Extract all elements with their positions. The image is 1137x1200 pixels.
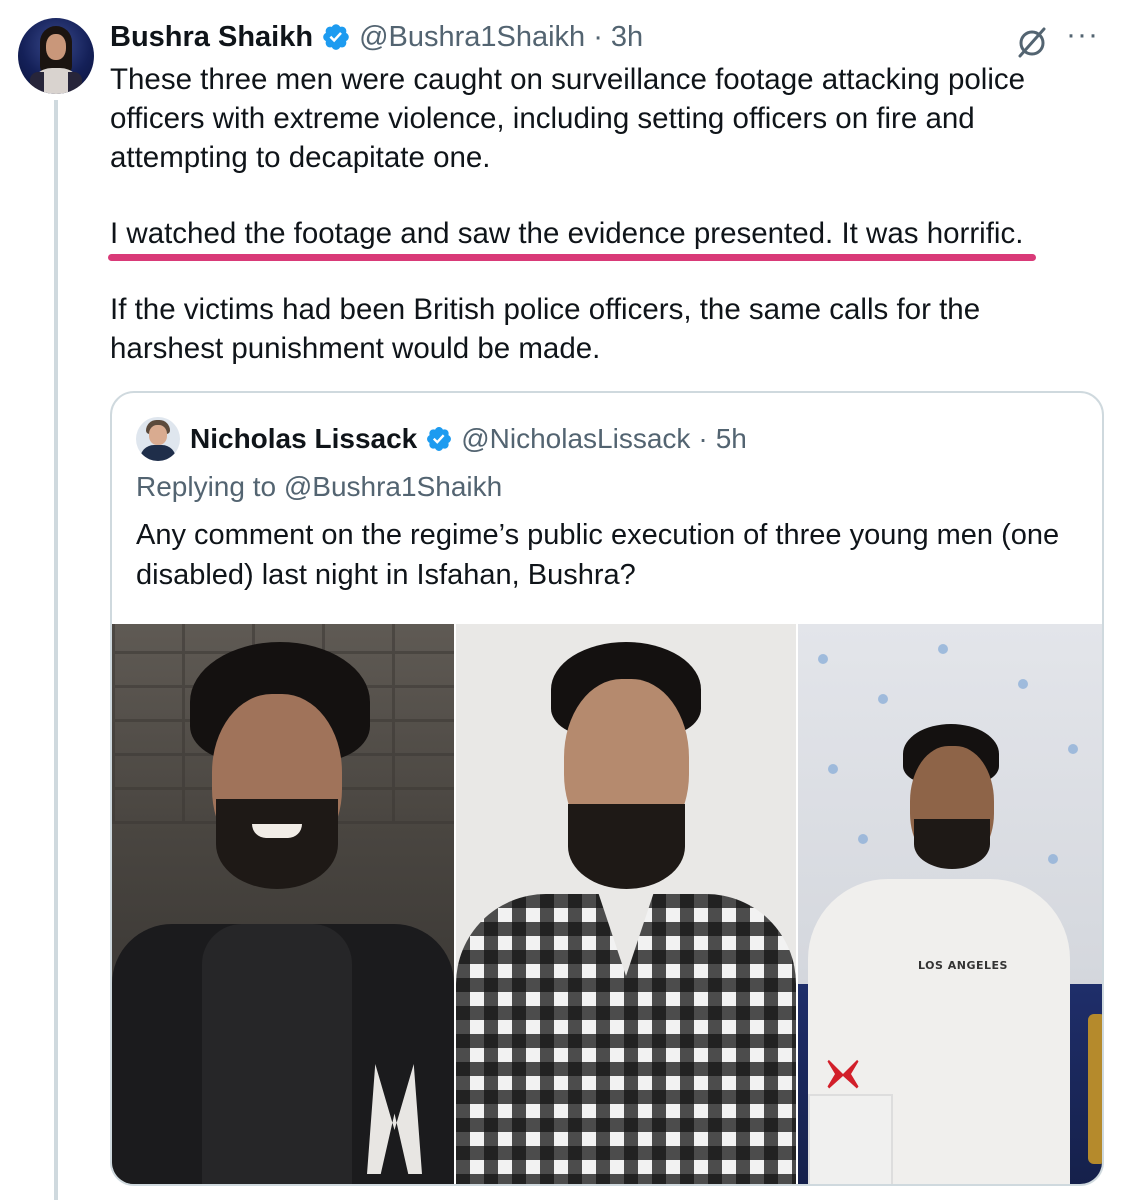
quoted-tweet[interactable]: Nicholas Lissack @NicholasLissack · 5h R… [110, 391, 1104, 1186]
quote-author-name[interactable]: Nicholas Lissack [190, 423, 417, 455]
text-line: These three men were caught on surveilla… [110, 63, 1026, 96]
more-icon[interactable]: ··· [1066, 20, 1099, 50]
text-line: disabled) last night in Isfahan, Bushra? [136, 559, 636, 591]
highlight-underline [108, 254, 1036, 261]
tweet-header: Bushra Shaikh @Bushra1Shaikh · 3h [110, 17, 643, 57]
tweet-paragraph-1: These three men were caught on surveilla… [110, 60, 1025, 177]
timestamp[interactable]: 3h [611, 21, 643, 54]
text-line: officers with extreme violence, includin… [110, 102, 975, 135]
verified-badge-icon[interactable] [425, 425, 453, 453]
photo-man-2[interactable] [456, 624, 796, 1184]
author-avatar[interactable] [18, 18, 94, 94]
tweet-paragraph-2: I watched the footage and saw the eviden… [110, 214, 1023, 253]
separator-dot: · [593, 20, 603, 53]
verified-badge-icon[interactable] [321, 22, 351, 52]
text-line: attempting to decapitate one. [110, 141, 491, 174]
quote-author-avatar[interactable] [136, 417, 180, 461]
thread-line [54, 100, 58, 1200]
replying-to[interactable]: Replying to @Bushra1Shaikh [136, 471, 502, 503]
quote-header: Nicholas Lissack @NicholasLissack · 5h [190, 419, 747, 459]
photo-man-3[interactable]: LOS ANGELES [798, 624, 1102, 1184]
text-line: I watched the footage and saw the eviden… [110, 217, 1024, 250]
photo-man-1[interactable] [112, 624, 454, 1184]
author-handle[interactable]: @Bushra1Shaikh [359, 21, 585, 54]
quote-timestamp[interactable]: 5h [716, 423, 747, 455]
tweet[interactable]: Bushra Shaikh @Bushra1Shaikh · 3h ··· Th… [0, 0, 1137, 1200]
separator-dot: · [698, 423, 708, 454]
quote-media[interactable]: LOS ANGELES [112, 624, 1102, 1184]
text-line: If the victims had been British police o… [110, 293, 981, 326]
text-line: Any comment on the regime’s public execu… [136, 519, 1060, 551]
quote-text: Any comment on the regime’s public execu… [136, 515, 1059, 595]
tweet-paragraph-3: If the victims had been British police o… [110, 290, 980, 368]
author-name[interactable]: Bushra Shaikh [110, 21, 313, 54]
text-line: harshest punishment would be made. [110, 332, 601, 365]
quote-author-handle[interactable]: @NicholasLissack [461, 423, 690, 455]
grok-icon[interactable] [1014, 24, 1050, 60]
shirt-print: LOS ANGELES [918, 959, 1008, 972]
